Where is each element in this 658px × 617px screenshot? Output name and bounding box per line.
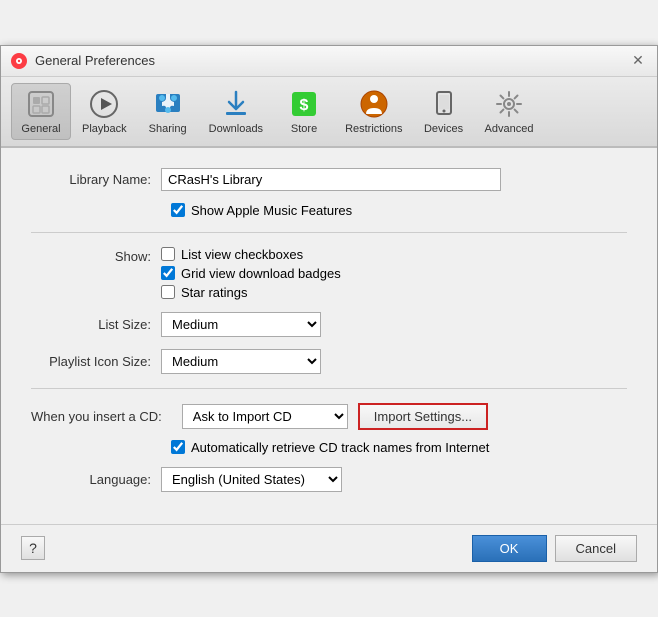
devices-icon (428, 88, 460, 120)
ok-button[interactable]: OK (472, 535, 547, 562)
list-size-select[interactable]: Small Medium Large (161, 312, 321, 337)
title-bar-left: General Preferences (11, 53, 155, 69)
tab-restrictions-label: Restrictions (345, 123, 402, 135)
tab-general-label: General (21, 123, 60, 135)
grid-view-checkbox[interactable] (161, 266, 175, 280)
title-bar: General Preferences ✕ (1, 46, 657, 77)
tab-playback[interactable]: Playback (73, 83, 136, 140)
tab-sharing-label: Sharing (149, 123, 187, 135)
window-title: General Preferences (35, 53, 155, 68)
show-row: Show: List view checkboxes Grid view dow… (31, 247, 627, 300)
list-size-label: List Size: (31, 317, 161, 332)
divider-2 (31, 388, 627, 389)
general-icon (25, 88, 57, 120)
tab-store[interactable]: $ Store (274, 83, 334, 140)
divider-1 (31, 232, 627, 233)
close-button[interactable]: ✕ (629, 52, 647, 70)
itunes-icon (11, 53, 27, 69)
list-size-row: List Size: Small Medium Large (31, 312, 627, 337)
import-settings-button[interactable]: Import Settings... (358, 403, 488, 430)
auto-retrieve-row: Automatically retrieve CD track names fr… (171, 440, 627, 455)
tab-advanced-label: Advanced (485, 123, 534, 135)
svg-text:$: $ (300, 97, 309, 114)
downloads-icon (220, 88, 252, 120)
list-view-checkbox[interactable] (161, 247, 175, 261)
library-name-label: Library Name: (31, 172, 161, 187)
grid-view-row: Grid view download badges (161, 266, 341, 281)
playlist-icon-size-row: Playlist Icon Size: Small Medium Large (31, 349, 627, 374)
apple-music-checkbox[interactable] (171, 203, 185, 217)
footer: ? OK Cancel (1, 524, 657, 572)
footer-buttons: OK Cancel (472, 535, 637, 562)
preferences-window: General Preferences ✕ General (0, 45, 658, 573)
advanced-icon (493, 88, 525, 120)
apple-music-label: Show Apple Music Features (191, 203, 352, 218)
tab-restrictions[interactable]: Restrictions (336, 83, 411, 140)
cd-insert-row: When you insert a CD: Ask to Import CD I… (31, 403, 627, 430)
playback-icon (88, 88, 120, 120)
language-label: Language: (31, 472, 161, 487)
sharing-icon (152, 88, 184, 120)
language-select[interactable]: English (United States) (161, 467, 342, 492)
auto-retrieve-checkbox[interactable] (171, 440, 185, 454)
library-name-input[interactable] (161, 168, 501, 191)
grid-view-label: Grid view download badges (181, 266, 341, 281)
language-row: Language: English (United States) (31, 467, 627, 492)
restrictions-icon (358, 88, 390, 120)
main-content: Library Name: Show Apple Music Features … (1, 148, 657, 524)
tab-general[interactable]: General (11, 83, 71, 140)
library-name-row: Library Name: (31, 168, 627, 191)
cancel-button[interactable]: Cancel (555, 535, 637, 562)
show-options-group: List view checkboxes Grid view download … (161, 247, 341, 300)
cd-insert-label: When you insert a CD: (31, 409, 172, 424)
star-ratings-label: Star ratings (181, 285, 247, 300)
tab-sharing[interactable]: Sharing (138, 83, 198, 140)
tab-downloads-label: Downloads (209, 123, 263, 135)
star-ratings-row: Star ratings (161, 285, 341, 300)
star-ratings-checkbox[interactable] (161, 285, 175, 299)
help-button[interactable]: ? (21, 536, 45, 560)
toolbar: General Playback (1, 77, 657, 148)
store-icon: $ (288, 88, 320, 120)
playlist-icon-size-select[interactable]: Small Medium Large (161, 349, 321, 374)
list-view-row: List view checkboxes (161, 247, 341, 262)
tab-devices[interactable]: Devices (414, 83, 474, 140)
tab-devices-label: Devices (424, 123, 463, 135)
list-view-label: List view checkboxes (181, 247, 303, 262)
auto-retrieve-checkbox-row: Automatically retrieve CD track names fr… (171, 440, 489, 455)
tab-playback-label: Playback (82, 123, 127, 135)
auto-retrieve-label: Automatically retrieve CD track names fr… (191, 440, 489, 455)
apple-music-checkbox-row: Show Apple Music Features (171, 203, 352, 218)
tab-advanced[interactable]: Advanced (476, 83, 543, 140)
tab-store-label: Store (291, 123, 317, 135)
apple-music-row: Show Apple Music Features (171, 203, 627, 218)
cd-insert-select[interactable]: Ask to Import CD Import CD Import CD and… (182, 404, 348, 429)
show-label: Show: (31, 247, 161, 264)
playlist-icon-size-label: Playlist Icon Size: (31, 354, 161, 369)
tab-downloads[interactable]: Downloads (200, 83, 272, 140)
